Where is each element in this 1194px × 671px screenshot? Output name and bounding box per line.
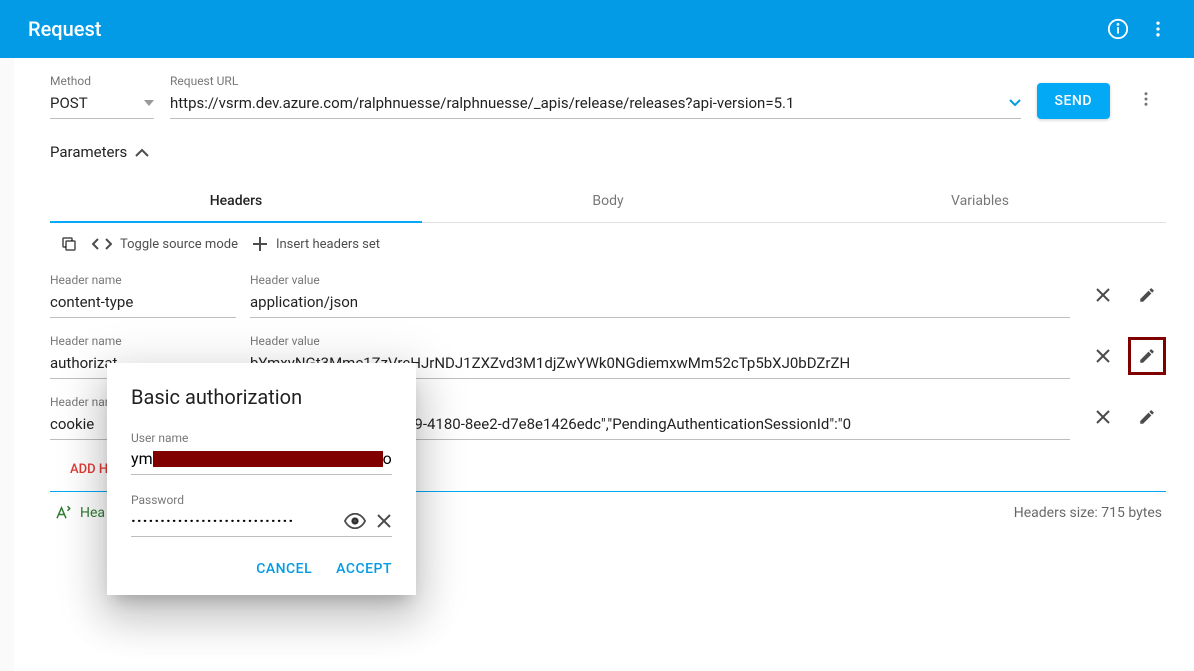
tabs: Headers Body Variables (50, 181, 1166, 223)
headers-set-indicator[interactable]: Hea (54, 504, 105, 522)
edit-header-button[interactable] (1128, 337, 1166, 375)
toggle-source-button[interactable]: Toggle source mode (92, 237, 238, 252)
username-label: User name (131, 431, 392, 445)
remove-header-button[interactable] (1084, 337, 1122, 375)
edit-header-button[interactable] (1128, 276, 1166, 314)
dialog-title: Basic authorization (131, 385, 392, 409)
plus-icon (252, 236, 268, 252)
code-icon (92, 237, 112, 251)
remove-header-button[interactable] (1084, 276, 1122, 314)
headers-toolbar: Toggle source mode Insert headers set (50, 223, 1166, 265)
info-icon[interactable] (1098, 9, 1138, 49)
url-input[interactable]: https://vsrm.dev.azure.com/ralphnuesse/r… (170, 90, 1021, 119)
copy-button[interactable] (60, 235, 78, 253)
tab-variables[interactable]: Variables (794, 181, 1166, 222)
tab-headers[interactable]: Headers (50, 181, 422, 223)
visibility-icon[interactable] (344, 513, 366, 529)
insert-headers-button[interactable]: Insert headers set (252, 236, 380, 252)
close-icon (1095, 409, 1111, 425)
text-style-icon (54, 504, 72, 522)
app-bar: Request (0, 0, 1194, 58)
username-input[interactable]: ymo (131, 447, 392, 475)
more-vert-icon[interactable] (1126, 79, 1166, 119)
pencil-icon (1138, 347, 1156, 365)
chevron-down-icon (144, 100, 154, 106)
url-field: Request URL https://vsrm.dev.azure.com/r… (170, 74, 1021, 119)
header-name-input[interactable]: content-type (50, 289, 236, 318)
request-line: Method POST Request URL https://vsrm.dev… (50, 74, 1166, 119)
method-select[interactable]: POST (50, 90, 154, 119)
url-label: Request URL (170, 74, 1021, 88)
redaction-block (153, 451, 383, 467)
tab-body[interactable]: Body (422, 181, 794, 222)
dialog-actions: CANCEL ACCEPT (131, 561, 392, 577)
pencil-icon (1138, 286, 1156, 304)
app-title: Request (28, 17, 1098, 41)
more-vert-icon[interactable] (1138, 9, 1178, 49)
method-field: Method POST (50, 74, 154, 119)
header-row: Header name content-type Header value ap… (50, 265, 1166, 326)
clear-icon[interactable] (376, 513, 392, 529)
chevron-up-icon (135, 148, 149, 157)
password-label: Password (131, 493, 392, 507)
header-value-input[interactable]: application/json (250, 289, 1070, 318)
basic-auth-dialog: Basic authorization User name ymo Passwo… (107, 363, 416, 595)
method-label: Method (50, 74, 154, 88)
close-icon (1095, 348, 1111, 364)
remove-header-button[interactable] (1084, 398, 1122, 436)
send-button[interactable]: SEND (1037, 83, 1110, 119)
cancel-button[interactable]: CANCEL (256, 561, 312, 577)
edit-header-button[interactable] (1128, 398, 1166, 436)
password-input[interactable]: ···························· (131, 509, 392, 537)
accept-button[interactable]: ACCEPT (336, 561, 392, 577)
headers-size-label: Headers size: 715 bytes (1014, 505, 1162, 521)
close-icon (1095, 287, 1111, 303)
chevron-down-icon[interactable] (1009, 99, 1021, 107)
parameters-toggle[interactable]: Parameters (50, 143, 1166, 161)
pencil-icon (1138, 408, 1156, 426)
